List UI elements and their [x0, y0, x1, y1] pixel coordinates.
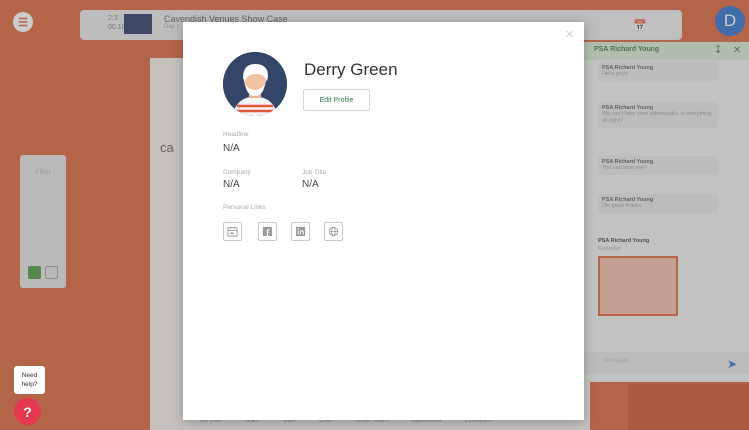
headline-label: Headline	[223, 131, 249, 138]
profile-avatar	[223, 52, 287, 116]
avatar-illustration	[223, 52, 287, 116]
calendar-icon[interactable]	[223, 222, 242, 241]
social-links-label: Personal Links	[223, 204, 266, 211]
close-icon[interactable]: ✕	[565, 28, 574, 41]
help-button[interactable]: ?	[14, 398, 41, 425]
globe-icon[interactable]	[324, 222, 343, 241]
job-title-label: Job Title	[302, 169, 327, 176]
facebook-icon[interactable]	[258, 222, 277, 241]
edit-profile-button[interactable]: Edit Profile	[303, 89, 370, 111]
profile-modal: ✕ Derry Green Edit Profile Headline N/A …	[183, 22, 584, 420]
help-tooltip: Need help?	[14, 366, 45, 394]
linkedin-icon[interactable]	[291, 222, 310, 241]
company-label: Company	[223, 169, 251, 176]
job-title-value: N/A	[302, 179, 319, 190]
company-value: N/A	[223, 179, 240, 190]
headline-value: N/A	[223, 143, 240, 154]
profile-name: Derry Green	[304, 60, 398, 79]
question-icon: ?	[23, 403, 32, 420]
